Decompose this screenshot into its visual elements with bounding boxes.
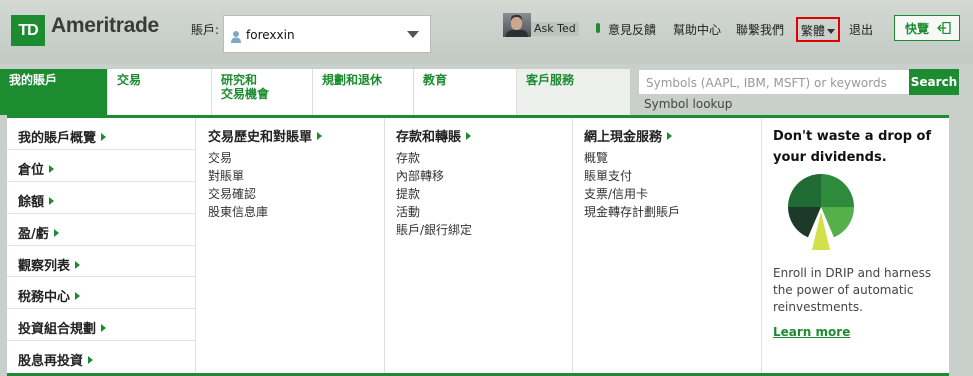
tab-education[interactable]: 教育	[414, 69, 517, 115]
history-heading-label: 交易歷史和對賬單	[208, 130, 313, 145]
arrow-right-icon	[101, 324, 107, 333]
main-nav: 我的賬戶 交易 研究和 交易機會 規劃和退休 教育 客戶服務	[0, 69, 630, 115]
account-select[interactable]: forexxin	[223, 15, 431, 53]
menu-item-drip[interactable]: 股息再投資	[7, 341, 195, 373]
arrow-right-icon	[49, 164, 55, 173]
tab-client-services[interactable]: 客戶服務	[517, 69, 630, 115]
logout-link[interactable]: 退出	[849, 21, 873, 38]
menu-item-label: 我的賬戶概覽	[18, 131, 97, 146]
link-confirmations[interactable]: 交易確認	[208, 185, 384, 203]
deposits-column: 存款和轉賬 存款 內部轉移 提款 活動 賬戶/銀行綁定	[385, 118, 573, 373]
link-bill-pay[interactable]: 賬單支付	[584, 167, 761, 185]
help-center-link[interactable]: 幫助中心	[673, 21, 721, 38]
history-heading[interactable]: 交易歷史和對賬單	[208, 126, 384, 145]
menu-item-positions[interactable]: 倉位	[7, 150, 195, 182]
language-value: 繁體	[801, 24, 826, 38]
deposits-heading[interactable]: 存款和轉賬	[396, 126, 572, 145]
arrow-right-icon	[53, 228, 59, 237]
arrow-right-icon	[88, 356, 94, 365]
pie-chart-icon	[786, 174, 856, 256]
tab-trade[interactable]: 交易	[108, 69, 212, 115]
arrow-right-icon	[75, 292, 81, 301]
link-statements[interactable]: 對賬單	[208, 167, 384, 185]
promo-body: Enroll in DRIP and harness the power of …	[773, 266, 932, 314]
menu-item-label: 觀察列表	[18, 258, 71, 274]
feedback-link[interactable]: 意見反饋	[608, 21, 656, 38]
history-column: 交易歷史和對賬單 交易 對賬單 交易確認 股東信息庫	[197, 118, 385, 373]
search-input[interactable]: Symbols (AAPL, IBM, MSFT) or keywords	[638, 69, 910, 95]
contact-us-link[interactable]: 聯繫我們	[736, 21, 784, 38]
arrow-right-icon	[49, 196, 55, 205]
learn-more-link[interactable]: Learn more	[773, 325, 850, 339]
menu-item-gain-loss[interactable]: 盈/虧	[7, 214, 195, 246]
tab-research[interactable]: 研究和 交易機會	[212, 69, 313, 115]
account-value: forexxin	[246, 28, 295, 42]
cash-services-heading-label: 網上現金服務	[584, 130, 663, 145]
link-shareholder-library[interactable]: 股東信息庫	[208, 203, 384, 221]
menu-item-label: 股息再投資	[18, 354, 84, 370]
menu-item-label: 盈/虧	[18, 226, 49, 242]
ask-ted-link[interactable]: Ask Ted	[531, 22, 579, 36]
td-logo-mark[interactable]: TD	[11, 15, 45, 46]
menu-item-portfolio-planner[interactable]: 投資組合規劃	[7, 309, 195, 342]
quick-view-button[interactable]: 快覽	[894, 15, 960, 41]
menu-item-tax-center[interactable]: 稅務中心	[7, 277, 195, 310]
tab-my-account[interactable]: 我的賬戶	[0, 69, 108, 115]
menu-item-label: 投資組合規劃	[18, 322, 97, 338]
menu-item-overview[interactable]: 我的賬戶概覽	[7, 118, 195, 150]
link-checks-cards[interactable]: 支票/信用卡	[584, 185, 761, 203]
link-cash-overview[interactable]: 概覽	[584, 149, 761, 167]
link-bank-linking[interactable]: 賬戶/銀行綁定	[396, 221, 572, 239]
menu-item-label: 稅務中心	[18, 290, 71, 306]
exit-icon	[937, 21, 951, 37]
link-deposit[interactable]: 存款	[396, 149, 572, 167]
menu-item-label: 餘額	[18, 194, 45, 210]
logo-text[interactable]: Ameritrade	[51, 14, 159, 38]
link-transactions[interactable]: 交易	[208, 149, 384, 167]
menu-item-label: 倉位	[18, 162, 45, 178]
arrow-right-icon	[75, 260, 81, 269]
symbol-lookup-link[interactable]: Symbol lookup	[644, 97, 732, 111]
search-button[interactable]: Search	[909, 69, 959, 95]
cash-services-heading[interactable]: 網上現金服務	[584, 126, 761, 145]
arrow-right-icon	[101, 133, 107, 141]
chevron-down-icon	[407, 31, 419, 38]
link-withdraw[interactable]: 提款	[396, 185, 572, 203]
menu-item-watchlist[interactable]: 觀察列表	[7, 246, 195, 278]
chevron-down-icon	[827, 29, 836, 34]
link-internal-transfer[interactable]: 內部轉移	[396, 167, 572, 185]
arrow-right-icon	[466, 132, 472, 140]
account-menu-list: 我的賬戶概覽 倉位 餘額 盈/虧 觀察列表 稅務中心 投資組合規劃 股息再投資	[7, 118, 196, 373]
deposits-heading-label: 存款和轉賬	[396, 130, 462, 145]
header-bar: TD Ameritrade 賬戶: forexxin Ask Ted 意見反饋 …	[0, 0, 973, 64]
user-icon	[230, 28, 242, 47]
arrow-right-icon	[317, 132, 323, 140]
feedback-icon	[596, 23, 600, 33]
account-dropdown-menu: 我的賬戶概覽 倉位 餘額 盈/虧 觀察列表 稅務中心 投資組合規劃 股息再投資 …	[7, 115, 949, 376]
arrow-right-icon	[667, 132, 673, 140]
avatar[interactable]	[503, 13, 531, 37]
cash-services-column: 網上現金服務 概覽 賬單支付 支票/信用卡 現金轉存計劃賬戶	[573, 118, 762, 373]
tab-planning[interactable]: 規劃和退休	[313, 69, 414, 115]
language-select[interactable]: 繁體	[796, 17, 840, 42]
promo-title: Don't waste a drop of your dividends.	[773, 129, 932, 165]
link-activity[interactable]: 活動	[396, 203, 572, 221]
account-label: 賬戶:	[191, 23, 220, 37]
drip-promo: Don't waste a drop of your dividends. En…	[762, 118, 949, 373]
menu-item-balances[interactable]: 餘額	[7, 182, 195, 214]
quick-view-label: 快覽	[905, 22, 930, 36]
link-cash-sweep[interactable]: 現金轉存計劃賬戶	[584, 203, 761, 221]
